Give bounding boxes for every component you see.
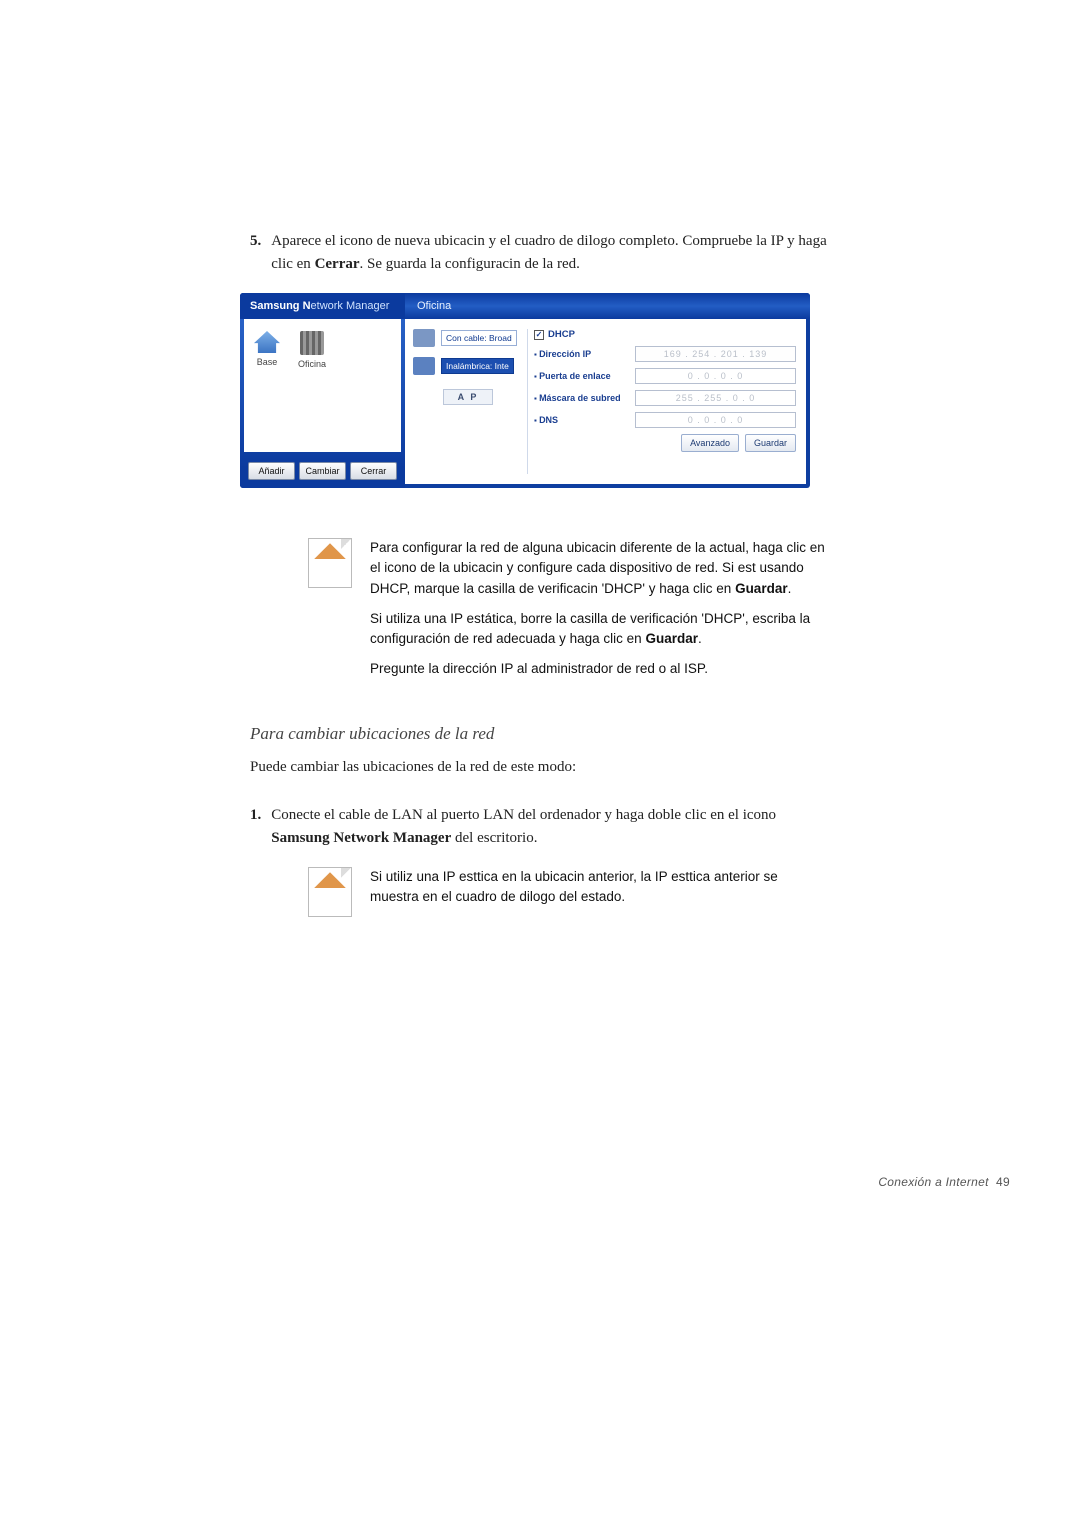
footer-page: 49: [996, 1175, 1010, 1189]
config-title: Oficina: [405, 293, 810, 319]
app-title-rest: etwork Manager: [311, 300, 390, 312]
heading-change-locations: Para cambiar ubicaciones de la red: [250, 724, 830, 744]
wireless-icon: [413, 357, 435, 375]
advanced-button[interactable]: Avanzado: [681, 434, 739, 452]
wired-icon: [413, 329, 435, 347]
note1-p2a: Si utiliza una IP estática, borre la cas…: [370, 611, 810, 646]
location-base[interactable]: Base: [254, 331, 280, 367]
dhcp-label: DHCP: [548, 329, 575, 340]
dns-field[interactable]: 0 . 0 . 0 . 0: [635, 412, 796, 428]
mask-label: Máscara de subred: [534, 393, 629, 403]
device-wireless[interactable]: Inalámbrica: Inte: [413, 357, 523, 375]
checkbox-icon: ✓: [534, 330, 544, 340]
step-5-text-after: . Se guarda la configuracin de la red.: [360, 256, 580, 272]
samsung-network-manager-window: Samsung Network Manager Base Oficina Aña…: [240, 293, 810, 488]
note1-p2: Si utiliza una IP estática, borre la cas…: [370, 609, 830, 650]
intro-text: Puede cambiar las ubicaciones de la red …: [250, 756, 830, 779]
page-footer: Conexión a Internet 49: [878, 1175, 1010, 1189]
footer-label: Conexión a Internet: [878, 1175, 988, 1189]
note1-p2b: Guardar: [645, 631, 698, 646]
app-title-strong: Samsung N: [250, 300, 311, 312]
note-config-tip: Para configurar la red de alguna ubicaci…: [308, 538, 830, 690]
step1-a: Conecte el cable de LAN al puerto LAN de…: [271, 807, 776, 823]
note1-p1b: Guardar: [735, 581, 788, 596]
step-5-body: Aparece el icono de nueva ubicacin y el …: [271, 230, 830, 275]
note-icon: [308, 867, 352, 917]
locations-list: Base Oficina: [244, 319, 401, 452]
config-pane: Oficina Con cable: Broad Inalámbrica: In…: [405, 293, 810, 488]
mask-field[interactable]: 255 . 255 . 0 . 0: [635, 390, 796, 406]
config-buttons: Avanzado Guardar: [534, 434, 796, 452]
ip-config: ✓ DHCP Dirección IP 169 . 254 . 201 . 13…: [534, 329, 796, 474]
ap-button[interactable]: A P: [443, 389, 494, 405]
device-wired[interactable]: Con cable: Broad: [413, 329, 523, 347]
note1-p1c: .: [788, 581, 792, 596]
device-wired-label: Con cable: Broad: [441, 330, 517, 346]
cerrar-bold: Cerrar: [315, 256, 360, 272]
step-5-number: 5.: [250, 230, 261, 275]
step1-c: del escritorio.: [451, 830, 537, 846]
dns-label: DNS: [534, 415, 629, 425]
note2-p1: Si utiliz una IP esttica en la ubicacin …: [370, 867, 830, 908]
app-title: Samsung Network Manager: [240, 293, 405, 319]
office-icon: [300, 331, 324, 355]
location-oficina[interactable]: Oficina: [298, 331, 326, 369]
gateway-label: Puerta de enlace: [534, 371, 629, 381]
step-1-number: 1.: [250, 804, 261, 849]
step-1-body: Conecte el cable de LAN al puerto LAN de…: [271, 804, 830, 849]
change-button[interactable]: Cambiar: [299, 462, 346, 480]
locations-pane: Samsung Network Manager Base Oficina Aña…: [240, 293, 405, 488]
config-body: Con cable: Broad Inalámbrica: Inte A P ✓…: [405, 319, 806, 484]
ip-field[interactable]: 169 . 254 . 201 . 139: [635, 346, 796, 362]
ip-label: Dirección IP: [534, 349, 629, 359]
note1-p2c: .: [698, 631, 702, 646]
note-static-ip: Si utiliz una IP esttica en la ubicacin …: [308, 867, 830, 918]
step1-b: Samsung Network Manager: [271, 830, 451, 846]
note-icon: [308, 538, 352, 588]
add-button[interactable]: Añadir: [248, 462, 295, 480]
device-wireless-label: Inalámbrica: Inte: [441, 358, 514, 374]
page-content: 5. Aparece el icono de nueva ubicacin y …: [250, 230, 830, 952]
save-button[interactable]: Guardar: [745, 434, 796, 452]
home-icon: [254, 331, 280, 353]
note-body: Para configurar la red de alguna ubicaci…: [370, 538, 830, 690]
device-column: Con cable: Broad Inalámbrica: Inte A P: [413, 329, 528, 474]
note2-body: Si utiliz una IP esttica en la ubicacin …: [370, 867, 830, 918]
location-base-label: Base: [257, 357, 278, 367]
note1-p1: Para configurar la red de alguna ubicaci…: [370, 538, 830, 599]
location-oficina-label: Oficina: [298, 359, 326, 369]
note1-p3: Pregunte la dirección IP al administrado…: [370, 659, 830, 679]
close-button[interactable]: Cerrar: [350, 462, 397, 480]
step-1: 1. Conecte el cable de LAN al puerto LAN…: [250, 804, 830, 849]
location-buttons: Añadir Cambiar Cerrar: [240, 456, 405, 488]
dhcp-checkbox[interactable]: ✓ DHCP: [534, 329, 575, 340]
gateway-field[interactable]: 0 . 0 . 0 . 0: [635, 368, 796, 384]
step-5: 5. Aparece el icono de nueva ubicacin y …: [250, 230, 830, 275]
